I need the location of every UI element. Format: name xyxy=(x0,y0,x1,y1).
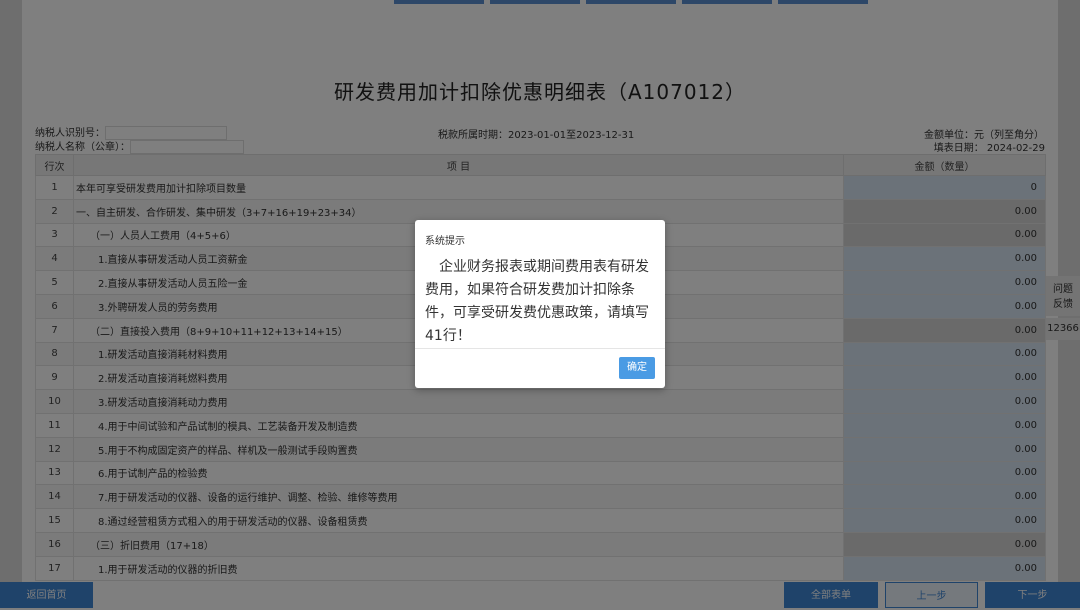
system-prompt-dialog: 系统提示 企业财务报表或期间费用表有研发费用，如果符合研发费加计扣除条件，可享受… xyxy=(415,220,665,388)
confirm-button[interactable]: 确定 xyxy=(619,357,655,379)
dialog-message: 企业财务报表或期间费用表有研发费用，如果符合研发费加计扣除条件，可享受研发费优惠… xyxy=(425,259,649,344)
dialog-title: 系统提示 xyxy=(425,236,465,247)
dialog-divider xyxy=(415,348,665,349)
